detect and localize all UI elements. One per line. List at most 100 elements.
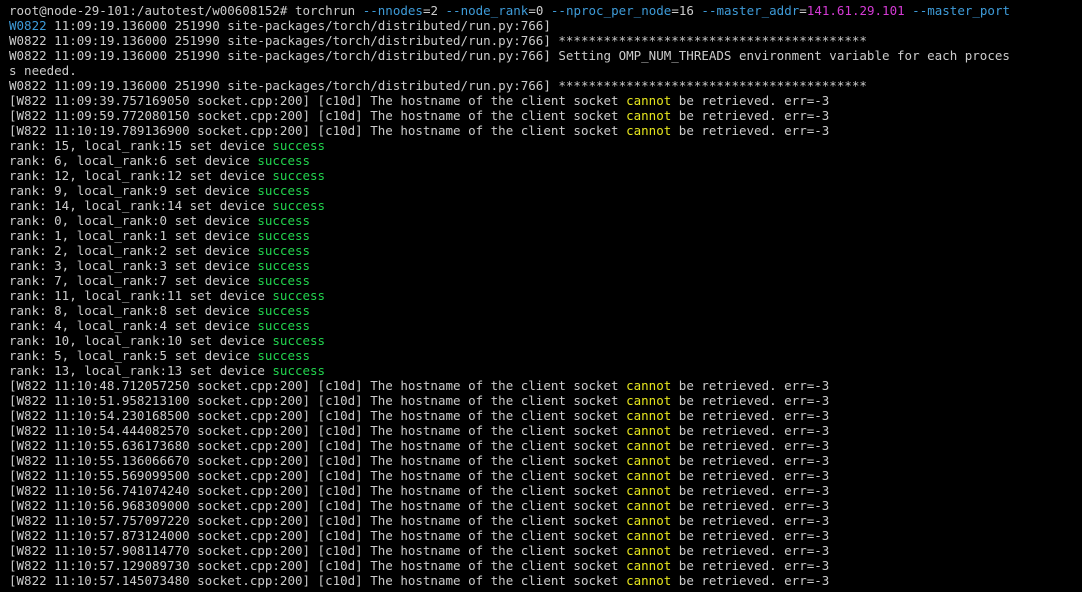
terminal-text-segment: [W822 11:10:51.958213100 socket.cpp:200]…	[9, 393, 627, 408]
terminal-line: [W822 11:09:39.757169050 socket.cpp:200]…	[9, 93, 1080, 108]
terminal-line: rank: 6, local_rank:6 set device success	[9, 153, 1080, 168]
terminal-line: [W822 11:10:51.958213100 socket.cpp:200]…	[9, 393, 1080, 408]
terminal-text-segment: W0822 11:09:19.136000 251990 site-packag…	[9, 33, 867, 48]
terminal-text-segment: cannot	[626, 558, 672, 573]
terminal-text-segment: cannot	[626, 573, 672, 588]
terminal-text-segment: success	[272, 138, 326, 153]
terminal-text-segment: success	[257, 273, 311, 288]
terminal-text-segment: be retrieved. err=-3	[671, 108, 830, 123]
terminal-line: rank: 4, local_rank:4 set device success	[9, 318, 1080, 333]
terminal-line: [W822 11:09:59.772080150 socket.cpp:200]…	[9, 108, 1080, 123]
terminal-text-segment: success	[257, 318, 311, 333]
terminal-text-segment: rank: 6, local_rank:6 set device	[9, 153, 258, 168]
terminal-text-segment: --node_rank	[445, 3, 529, 18]
terminal-window[interactable]: root@node-29-101:/autotest/w00608152# to…	[0, 0, 1082, 592]
terminal-line: rank: 9, local_rank:9 set device success	[9, 183, 1080, 198]
terminal-text-segment: 141.61.29.101	[806, 3, 905, 18]
terminal-line: rank: 10, local_rank:10 set device succe…	[9, 333, 1080, 348]
terminal-text-segment: [W822 11:10:54.230168500 socket.cpp:200]…	[9, 408, 627, 423]
terminal-text-segment: [W822 11:10:57.757097220 socket.cpp:200]…	[9, 513, 627, 528]
terminal-text-segment: rank: 2, local_rank:2 set device	[9, 243, 258, 258]
terminal-text-segment: cannot	[626, 468, 672, 483]
terminal-text-segment: --nproc_per_node	[550, 3, 672, 18]
terminal-line: [W822 11:10:55.569099500 socket.cpp:200]…	[9, 468, 1080, 483]
terminal-text-segment: be retrieved. err=-3	[671, 423, 830, 438]
terminal-text-segment: rank: 13, local_rank:13 set device	[9, 363, 273, 378]
terminal-text-segment: rank: 10, local_rank:10 set device	[9, 333, 273, 348]
terminal-text-segment: success	[257, 153, 311, 168]
terminal-line: [W822 11:10:57.757097220 socket.cpp:200]…	[9, 513, 1080, 528]
terminal-text-segment: success	[272, 333, 326, 348]
terminal-line: rank: 14, local_rank:14 set device succe…	[9, 198, 1080, 213]
terminal-line: [W822 11:10:56.968309000 socket.cpp:200]…	[9, 498, 1080, 513]
terminal-line: rank: 1, local_rank:1 set device success	[9, 228, 1080, 243]
terminal-text-segment: be retrieved. err=-3	[671, 378, 830, 393]
terminal-text-segment: be retrieved. err=-3	[671, 528, 830, 543]
terminal-text-segment: be retrieved. err=-3	[671, 123, 830, 138]
terminal-text-segment: cannot	[626, 528, 672, 543]
terminal-line: rank: 5, local_rank:5 set device success	[9, 348, 1080, 363]
terminal-text-segment: 11:09:19.136000 251990 site-packages/tor…	[46, 18, 551, 33]
terminal-text-segment: [W822 11:10:57.873124000 socket.cpp:200]…	[9, 528, 627, 543]
terminal-line: root@node-29-101:/autotest/w00608152# to…	[9, 3, 1080, 18]
terminal-line: [W822 11:10:54.444082570 socket.cpp:200]…	[9, 423, 1080, 438]
terminal-text-segment: cannot	[626, 513, 672, 528]
terminal-line: rank: 3, local_rank:3 set device success	[9, 258, 1080, 273]
terminal-line: W0822 11:09:19.136000 251990 site-packag…	[9, 48, 1080, 63]
terminal-text-segment: success	[272, 198, 326, 213]
terminal-line: rank: 2, local_rank:2 set device success	[9, 243, 1080, 258]
terminal-text-segment: be retrieved. err=-3	[671, 558, 830, 573]
terminal-text-segment: cannot	[626, 438, 672, 453]
terminal-text-segment: [W822 11:10:57.129089730 socket.cpp:200]…	[9, 558, 627, 573]
terminal-text-segment: [W822 11:10:55.636173680 socket.cpp:200]…	[9, 438, 627, 453]
terminal-text-segment: success	[257, 258, 311, 273]
terminal-text-segment: success	[257, 303, 311, 318]
terminal-line: [W822 11:10:19.789136900 socket.cpp:200]…	[9, 123, 1080, 138]
terminal-line: rank: 0, local_rank:0 set device success	[9, 213, 1080, 228]
terminal-text-segment: [W822 11:10:57.145073480 socket.cpp:200]…	[9, 573, 627, 588]
terminal-text-segment: cannot	[626, 108, 672, 123]
terminal-text-segment: rank: 12, local_rank:12 set device	[9, 168, 273, 183]
terminal-text-segment: [W822 11:10:56.968309000 socket.cpp:200]…	[9, 498, 627, 513]
terminal-text-segment: [W822 11:10:55.569099500 socket.cpp:200]…	[9, 468, 627, 483]
terminal-line: rank: 8, local_rank:8 set device success	[9, 303, 1080, 318]
terminal-line: [W822 11:10:57.129089730 socket.cpp:200]…	[9, 558, 1080, 573]
terminal-text-segment: =	[799, 3, 807, 18]
terminal-text-segment: success	[272, 168, 326, 183]
terminal-text-segment: be retrieved. err=-3	[671, 408, 830, 423]
terminal-line: rank: 13, local_rank:13 set device succe…	[9, 363, 1080, 378]
terminal-line: [W822 11:10:57.145073480 socket.cpp:200]…	[9, 573, 1080, 588]
terminal-text-segment: success	[257, 213, 311, 228]
terminal-text-segment: cannot	[626, 408, 672, 423]
terminal-text-segment: --master_port	[912, 3, 1011, 18]
terminal-text-segment: --nnodes	[362, 3, 423, 18]
terminal-text-segment: [W822 11:10:19.789136900 socket.cpp:200]…	[9, 123, 627, 138]
terminal-line: rank: 15, local_rank:15 set device succe…	[9, 138, 1080, 153]
terminal-text-segment: rank: 3, local_rank:3 set device	[9, 258, 258, 273]
terminal-text-segment: success	[257, 183, 311, 198]
terminal-text-segment: be retrieved. err=-3	[671, 543, 830, 558]
terminal-text-segment: cannot	[626, 543, 672, 558]
terminal-output: root@node-29-101:/autotest/w00608152# to…	[9, 3, 1080, 588]
terminal-text-segment: s needed.	[9, 63, 77, 78]
terminal-line: W0822 11:09:19.136000 251990 site-packag…	[9, 78, 1080, 93]
terminal-text-segment: [W822 11:10:48.712057250 socket.cpp:200]…	[9, 378, 627, 393]
terminal-line: [W822 11:10:54.230168500 socket.cpp:200]…	[9, 408, 1080, 423]
terminal-text-segment: cannot	[626, 423, 672, 438]
terminal-text-segment: rank: 9, local_rank:9 set device	[9, 183, 258, 198]
terminal-text-segment: [W822 11:10:54.444082570 socket.cpp:200]…	[9, 423, 627, 438]
terminal-text-segment: be retrieved. err=-3	[671, 483, 830, 498]
terminal-text-segment: cannot	[626, 498, 672, 513]
terminal-text-segment: be retrieved. err=-3	[671, 93, 830, 108]
terminal-text-segment: rank: 4, local_rank:4 set device	[9, 318, 258, 333]
terminal-text-segment: W0822 11:09:19.136000 251990 site-packag…	[9, 48, 1010, 63]
terminal-text-segment: [W822 11:10:57.908114770 socket.cpp:200]…	[9, 543, 627, 558]
terminal-text-segment: cannot	[626, 453, 672, 468]
terminal-text-segment: success	[257, 348, 311, 363]
terminal-text-segment: W0822	[9, 18, 47, 33]
terminal-text-segment: =2	[422, 3, 446, 18]
terminal-line: s needed.	[9, 63, 1080, 78]
terminal-text-segment: cannot	[626, 378, 672, 393]
terminal-line: [W822 11:10:55.636173680 socket.cpp:200]…	[9, 438, 1080, 453]
terminal-text-segment: success	[272, 288, 326, 303]
